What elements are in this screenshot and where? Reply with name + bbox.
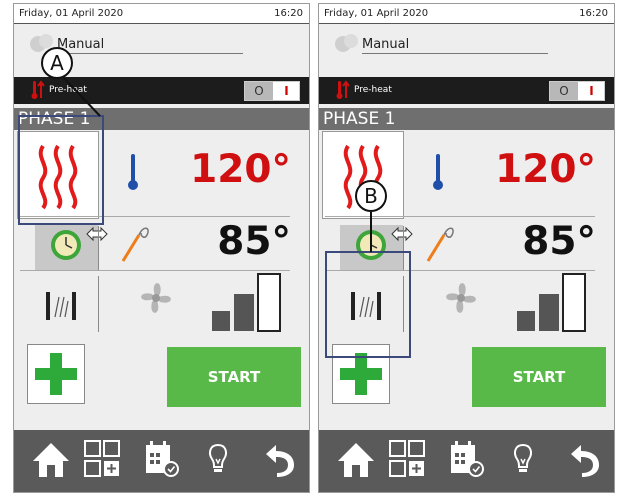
swap-arrows-icon[interactable] bbox=[390, 226, 414, 246]
mode-label: Manual bbox=[362, 37, 410, 52]
preheat-toggle[interactable]: O I bbox=[244, 81, 300, 101]
calendar-icon[interactable] bbox=[144, 439, 180, 483]
vent-icon[interactable] bbox=[44, 291, 78, 325]
toggle-off[interactable]: O bbox=[245, 82, 273, 100]
oven-screen-right: Friday, 01 April 2020 16:20 Manual Pre-h… bbox=[318, 3, 615, 493]
core-temperature[interactable]: 85° bbox=[217, 219, 291, 264]
chamber-temperature[interactable]: 120° bbox=[190, 147, 291, 192]
mode-underline bbox=[57, 53, 243, 54]
preheat-bar: Pre-heat O I bbox=[319, 77, 614, 104]
calendar-icon[interactable] bbox=[449, 439, 485, 483]
clock-icon bbox=[51, 230, 81, 260]
toggle-on[interactable]: I bbox=[273, 82, 300, 100]
swap-arrows-icon[interactable] bbox=[85, 226, 109, 246]
preheat-label: Pre-heat bbox=[354, 85, 392, 95]
phase-header: PHASE 1 bbox=[319, 108, 614, 130]
date-label: Friday, 01 April 2020 bbox=[324, 8, 429, 19]
add-phase-button[interactable] bbox=[27, 344, 85, 404]
status-bar: Friday, 01 April 2020 16:20 bbox=[14, 4, 309, 24]
back-icon[interactable] bbox=[262, 439, 298, 483]
lightbulb-icon[interactable] bbox=[510, 439, 536, 483]
add-program-icon[interactable] bbox=[389, 439, 425, 483]
home-icon[interactable] bbox=[336, 439, 376, 485]
core-temperature[interactable]: 85° bbox=[522, 219, 596, 264]
mode-underline bbox=[362, 53, 548, 54]
thermometer-up-icon bbox=[30, 80, 46, 104]
core-probe-icon bbox=[117, 221, 153, 269]
column-divider bbox=[98, 276, 99, 332]
oven-screen-left: Friday, 01 April 2020 16:20 Manual Pre-h… bbox=[13, 3, 310, 493]
callout-pointer bbox=[370, 212, 372, 252]
back-icon[interactable] bbox=[567, 439, 603, 483]
core-probe-icon bbox=[422, 221, 458, 269]
fan-speed-bars-icon[interactable] bbox=[212, 273, 288, 337]
home-icon[interactable] bbox=[31, 439, 71, 485]
plus-icon bbox=[35, 353, 77, 395]
bottom-navigation bbox=[319, 430, 614, 492]
thermometer-icon bbox=[431, 152, 445, 196]
fan-speed-bars-icon[interactable] bbox=[517, 273, 593, 337]
callout-highlight bbox=[325, 251, 411, 358]
preheat-toggle[interactable]: O I bbox=[549, 81, 605, 101]
lightbulb-icon[interactable] bbox=[205, 439, 231, 483]
toggle-on[interactable]: I bbox=[578, 82, 605, 100]
column-divider bbox=[98, 226, 99, 270]
callout-marker: A bbox=[41, 47, 73, 79]
start-button[interactable]: START bbox=[472, 347, 606, 407]
chamber-temperature[interactable]: 120° bbox=[495, 147, 596, 192]
add-program-icon[interactable] bbox=[84, 439, 120, 483]
start-button[interactable]: START bbox=[167, 347, 301, 407]
time-label: 16:20 bbox=[274, 8, 303, 19]
fan-icon[interactable] bbox=[134, 276, 178, 324]
fan-icon[interactable] bbox=[439, 276, 483, 324]
toggle-off[interactable]: O bbox=[550, 82, 578, 100]
callout-highlight bbox=[18, 115, 104, 225]
thermometer-up-icon bbox=[335, 80, 351, 104]
callout-pointer bbox=[63, 78, 101, 117]
time-label: 16:20 bbox=[579, 8, 608, 19]
callout-marker: B bbox=[355, 180, 387, 212]
thermometer-icon bbox=[126, 152, 140, 196]
status-bar: Friday, 01 April 2020 16:20 bbox=[319, 4, 614, 24]
row-divider bbox=[20, 270, 290, 271]
cloud-icon bbox=[333, 32, 361, 58]
date-label: Friday, 01 April 2020 bbox=[19, 8, 124, 19]
bottom-navigation bbox=[14, 430, 309, 492]
mode-selector[interactable]: Manual bbox=[319, 28, 614, 72]
